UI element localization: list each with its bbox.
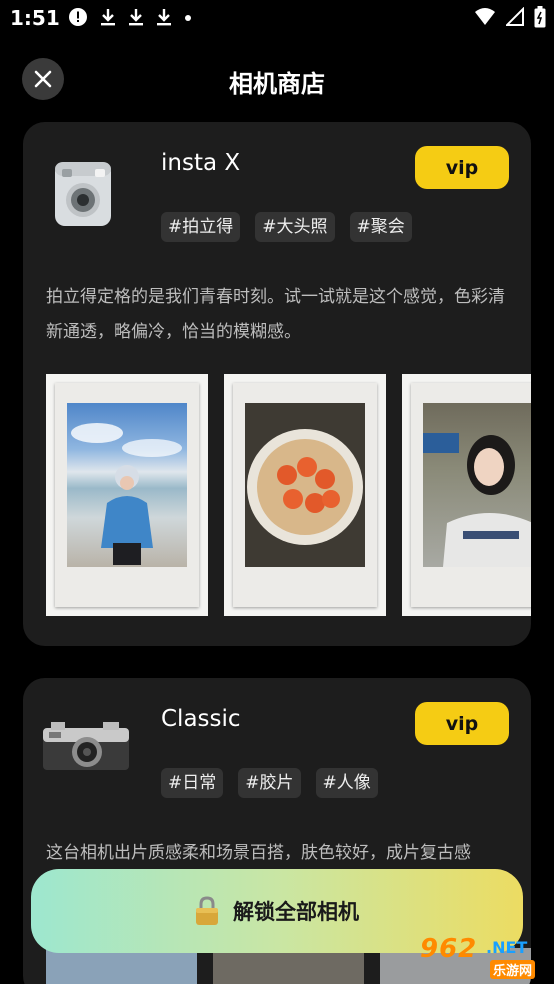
wifi-icon — [475, 8, 495, 25]
camera-card-insta-x[interactable]: insta X vip #拍立得 #大头照 #聚会 拍立得定格的是我们青春时刻。… — [23, 122, 531, 646]
watermark-number: 962 — [420, 934, 478, 964]
tag[interactable]: #胶片 — [238, 768, 301, 798]
download-icon — [101, 9, 115, 26]
tag[interactable]: #聚会 — [349, 212, 412, 242]
food-basket-image — [245, 403, 365, 567]
download-icon — [129, 9, 143, 26]
dot-icon — [185, 15, 191, 21]
tag[interactable]: #大头照 — [255, 212, 335, 242]
page-title: 相机商店 — [229, 70, 325, 98]
camera-name: insta X — [161, 150, 241, 176]
sample-photo[interactable] — [46, 374, 208, 616]
lock-icon — [196, 896, 218, 925]
beach-portrait-image — [67, 403, 187, 567]
watermark-net: .NET — [486, 938, 528, 957]
camera-description: 拍立得定格的是我们青春时刻。试一试就是这个感觉，色彩清新通透，略偏冷，恰当的模糊… — [46, 287, 505, 342]
vip-button[interactable]: vip — [415, 146, 509, 189]
unlock-label: 解锁全部相机 — [233, 900, 359, 924]
vip-button[interactable]: vip — [415, 702, 509, 745]
sample-photo[interactable] — [213, 948, 364, 984]
system-icons — [474, 6, 546, 28]
status-time: 1:51 — [10, 6, 60, 30]
battery-icon — [534, 6, 546, 28]
tag[interactable]: #拍立得 — [161, 212, 241, 242]
portrait-image — [423, 403, 531, 567]
sample-photo[interactable] — [224, 374, 386, 616]
tag-list: #日常 #胶片 #人像 — [161, 768, 378, 798]
watermark-logo: 962 .NET 乐游网 — [414, 932, 550, 982]
tag-list: #拍立得 #大头照 #聚会 — [161, 212, 412, 242]
sample-photos[interactable] — [46, 374, 531, 616]
camera-name: Classic — [161, 706, 241, 732]
watermark-site: 乐游网 — [490, 960, 536, 979]
instant-camera-icon — [55, 162, 111, 226]
alert-icon — [69, 8, 87, 26]
download-icon — [157, 9, 171, 26]
sample-photo[interactable] — [46, 948, 197, 984]
film-camera-icon — [43, 722, 129, 770]
sample-photo[interactable] — [402, 374, 531, 616]
camera-description: 这台相机出片质感柔和场景百搭，肤色较好，成片复古感 — [46, 843, 471, 863]
status-bar: 1:51 — [0, 0, 554, 36]
tag[interactable]: #人像 — [315, 768, 378, 798]
tag[interactable]: #日常 — [161, 768, 224, 798]
notification-icons — [68, 7, 192, 27]
signal-icon — [506, 7, 524, 26]
